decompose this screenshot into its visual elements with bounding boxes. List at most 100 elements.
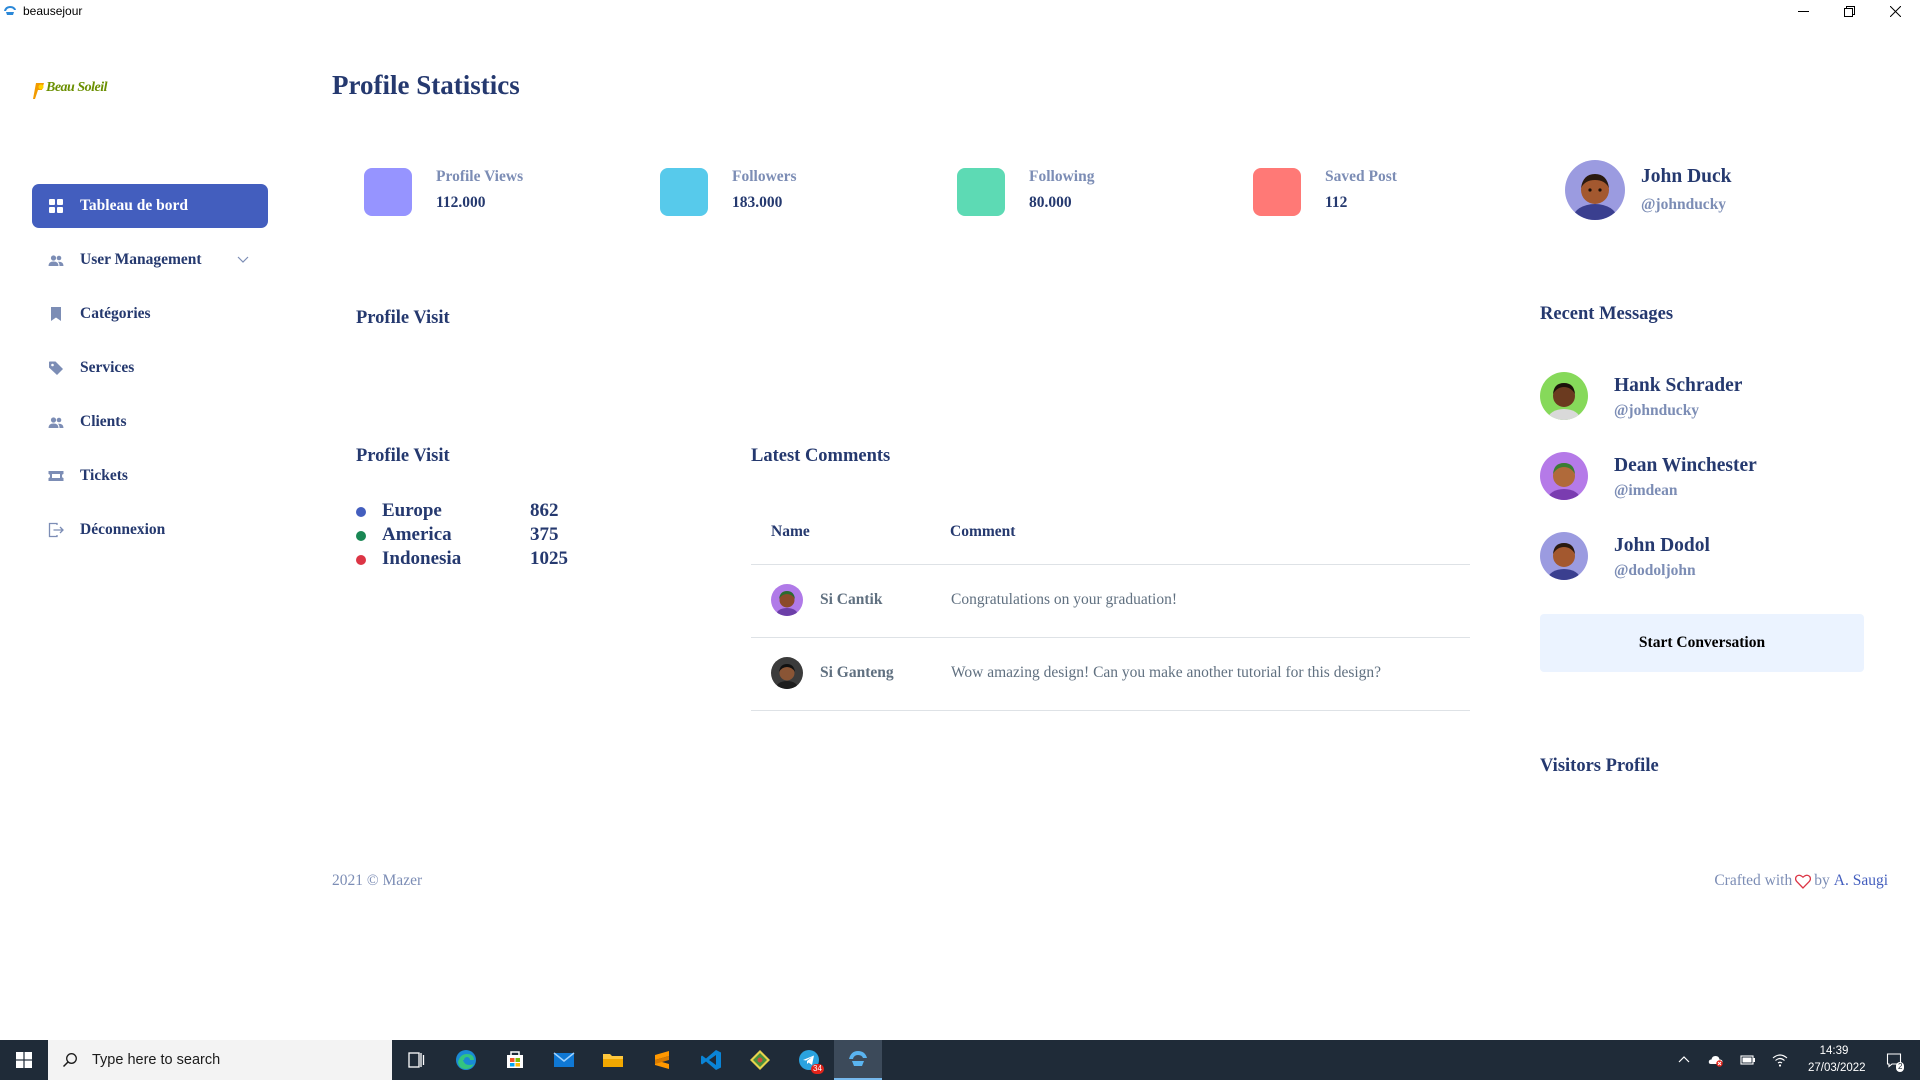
task-view-icon: [408, 1052, 425, 1068]
footer-copyright: 2021 © Mazer: [332, 872, 423, 889]
taskbar-clock[interactable]: 14:39 27/03/2022: [1808, 1043, 1866, 1077]
sidebar-item-label: Clients: [80, 413, 127, 430]
sidebar-nav: Tableau de bord User Management Catégori…: [32, 184, 268, 562]
stat-card-saved-post: Saved Post 112: [1253, 168, 1513, 218]
notification-badge: 34: [811, 1064, 824, 1074]
comment-text: Wow amazing design! Can you make another…: [951, 664, 1382, 681]
taskbar-edge[interactable]: [442, 1040, 490, 1080]
comments-table: Name Comment Si Cantik Congratulations o…: [751, 510, 1470, 711]
bookmark-icon: [48, 306, 64, 322]
user-avatar-icon: [1540, 452, 1588, 500]
footer-by-text: by: [1814, 872, 1830, 889]
users-icon: [48, 414, 64, 430]
message-sender-name: John Dodol: [1614, 535, 1710, 556]
message-sender-name: Dean Winchester: [1614, 455, 1757, 476]
list-item[interactable]: John Dodol @dodoljohn: [1540, 532, 1870, 612]
bullet-icon: [356, 555, 366, 565]
avatar: [771, 584, 803, 616]
sidebar-item-label: Déconnexion: [80, 521, 166, 538]
taskbar-store[interactable]: [491, 1040, 539, 1080]
tray-overflow-button[interactable]: [1672, 1040, 1696, 1080]
avatar: [1540, 532, 1588, 580]
taskbar-mail[interactable]: [540, 1040, 588, 1080]
tray-onedrive[interactable]: [1704, 1040, 1728, 1080]
restore-button[interactable]: [1826, 0, 1872, 22]
logo-icon: [33, 83, 44, 99]
avatar: [1540, 452, 1588, 500]
sidebar-item-tickets[interactable]: Tickets: [32, 454, 268, 498]
close-icon: [1889, 5, 1901, 17]
table-row: Si Cantik Congratulations on your gradua…: [751, 565, 1470, 638]
edge-icon: [456, 1050, 476, 1070]
vscode-icon: [701, 1050, 721, 1070]
start-button[interactable]: [0, 1040, 48, 1080]
taskbar-beausejour-app[interactable]: [834, 1040, 882, 1080]
list-item: Europe 862: [356, 500, 596, 524]
sidebar-item-label: Catégories: [80, 305, 151, 322]
message-sender-handle: @dodoljohn: [1614, 562, 1696, 579]
ticket-icon: [48, 468, 64, 484]
tray-battery[interactable]: [1736, 1040, 1760, 1080]
profile-handle: @johnducky: [1641, 196, 1727, 213]
sidebar-item-logout[interactable]: Déconnexion: [32, 508, 268, 552]
stat-color-block: [957, 168, 1005, 216]
taskbar-git[interactable]: [736, 1040, 784, 1080]
users-icon: [48, 252, 64, 268]
taskbar-telegram[interactable]: 34: [785, 1040, 833, 1080]
mail-icon: [553, 1052, 575, 1067]
taskbar-file-explorer[interactable]: [589, 1040, 637, 1080]
author-link[interactable]: A. Saugi: [1834, 872, 1888, 890]
action-center-button[interactable]: 2: [1872, 1040, 1916, 1080]
minimize-button[interactable]: [1780, 0, 1826, 22]
windows-icon: [16, 1052, 32, 1068]
country-name: Europe: [382, 500, 442, 521]
logo-text[interactable]: Beau Soleil: [46, 80, 108, 96]
chevron-down-icon: [237, 256, 249, 263]
user-avatar-icon: [1540, 532, 1588, 580]
country-name: Indonesia: [382, 548, 462, 569]
start-conversation-button[interactable]: Start Conversation: [1540, 614, 1864, 672]
sidebar-item-user-management[interactable]: User Management: [32, 238, 268, 282]
window-titlebar: beausejour: [0, 0, 1920, 24]
task-view-button[interactable]: [392, 1040, 440, 1080]
visit-count: 862: [530, 500, 559, 521]
sidebar-item-label: Tickets: [80, 467, 128, 484]
footer-crafted-text: Crafted with: [1714, 872, 1793, 889]
store-icon: [507, 1051, 523, 1068]
list-item[interactable]: Dean Winchester @imdean: [1540, 452, 1870, 532]
list-item[interactable]: Hank Schrader @johnducky: [1540, 372, 1870, 452]
tray-network[interactable]: [1768, 1040, 1792, 1080]
message-sender-name: Hank Schrader: [1614, 375, 1743, 396]
search-icon: [62, 1053, 77, 1068]
taskbar-sublime[interactable]: [638, 1040, 686, 1080]
latest-comments-title: Latest Comments: [751, 446, 891, 466]
user-avatar-icon: [771, 584, 803, 616]
avatar: [1540, 372, 1588, 420]
sidebar-item-categories[interactable]: Catégories: [32, 292, 268, 336]
clock-date: 27/03/2022: [1808, 1062, 1866, 1074]
comment-text: Congratulations on your graduation!: [951, 591, 1177, 608]
sidebar-item-label: User Management: [80, 251, 202, 268]
battery-icon: [1740, 1055, 1755, 1065]
logout-icon: [48, 522, 64, 538]
taskbar-vscode[interactable]: [687, 1040, 735, 1080]
sidebar-item-dashboard[interactable]: Tableau de bord: [32, 184, 268, 228]
avatar[interactable]: [1565, 160, 1625, 220]
grid-icon: [48, 198, 64, 214]
bullet-icon: [356, 507, 366, 517]
folder-icon: [603, 1054, 623, 1067]
sidebar-item-clients[interactable]: Clients: [32, 400, 268, 444]
stat-card-followers: Followers 183.000: [660, 168, 920, 218]
sidebar-item-services[interactable]: Services: [32, 346, 268, 390]
stat-card-following: Following 80.000: [957, 168, 1217, 218]
stat-label: Following: [1029, 168, 1095, 185]
stat-label: Saved Post: [1325, 168, 1397, 185]
stat-color-block: [1253, 168, 1301, 216]
taskbar-search[interactable]: Type here to search: [48, 1040, 392, 1080]
notification-count: 2: [1896, 1062, 1905, 1072]
tag-icon: [48, 360, 64, 376]
footer-credits: Crafted with by A. Saugi: [1714, 872, 1888, 890]
close-button[interactable]: [1872, 0, 1918, 22]
stat-color-block: [364, 168, 412, 216]
app-icon: [4, 6, 16, 15]
